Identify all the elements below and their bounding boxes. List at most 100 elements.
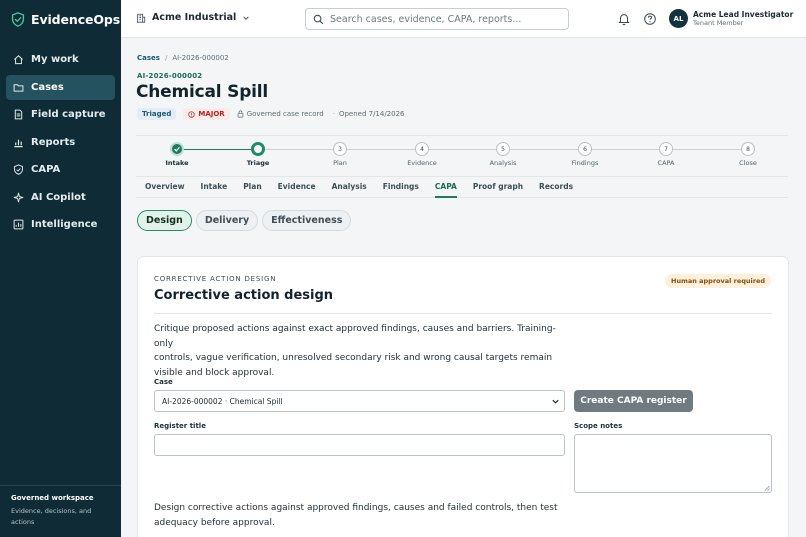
resize-handle-icon[interactable] [764, 485, 770, 491]
breadcrumb: Cases / AI-2026-000002 [137, 54, 229, 62]
sidebar-item-cases[interactable]: Cases [6, 74, 115, 100]
step-close[interactable]: 8 Close [718, 142, 778, 167]
sidebar-item-label: Intelligence [31, 219, 98, 230]
search-input[interactable] [330, 13, 560, 25]
bell-icon[interactable] [617, 12, 631, 26]
description-line: controls, vague verification, unresolved… [154, 353, 553, 363]
sidebar-item-label: Reports [31, 136, 76, 148]
case-tabs: Overview Intake Plan Evidence Analysis F… [136, 176, 788, 198]
step-label: Triage [246, 159, 270, 167]
step-label: Evidence [407, 159, 437, 167]
avatar: AL [669, 9, 688, 28]
tab-proof-graph[interactable]: Proof graph [473, 176, 523, 198]
sidebar-item-label: My work [31, 54, 79, 65]
step-findings[interactable]: 6 Findings [555, 142, 615, 167]
step-triage[interactable]: Triage [228, 142, 288, 167]
sidebar-item-label: Cases [31, 81, 64, 93]
step-number: 8 [741, 142, 755, 156]
step-evidence[interactable]: 4 Evidence [392, 142, 452, 167]
scope-notes-label: Scope notes [574, 422, 623, 430]
tab-records[interactable]: Records [539, 176, 573, 198]
shield-logo-icon [11, 11, 25, 27]
case-select-value: AI-2026-000002 · Chemical Spill [162, 396, 283, 406]
tenant-switcher[interactable]: Acme Industrial [136, 12, 256, 23]
sidebar-footer: Governed workspace Evidence, decisions, … [0, 485, 121, 537]
approval-badge: Human approval required [665, 274, 771, 288]
shield-check-icon [13, 164, 24, 175]
user-name: Acme Lead Investigator [693, 10, 794, 19]
breadcrumb-separator: / [164, 54, 168, 62]
instructions-line: adequacy before approval. [154, 517, 275, 528]
subtab-design[interactable]: Design [137, 210, 192, 231]
topbar: Acme Industrial AL Acme Lead Investigato… [121, 0, 806, 38]
step-label: Intake [165, 159, 189, 167]
card-title: Corrective action design [154, 288, 334, 303]
card-description: Critique proposed actions against exact … [154, 322, 574, 380]
subtab-effectiveness[interactable]: Effectiveness [262, 210, 352, 231]
step-label: Close [739, 159, 757, 167]
card-eyebrow: CORRECTIVE ACTION DESIGN [154, 275, 277, 283]
tab-findings[interactable]: Findings [383, 176, 419, 198]
brand-name: EvidenceOps [31, 11, 121, 27]
user-menu[interactable]: AL Acme Lead Investigator Tenant Member [669, 9, 793, 28]
step-label: CAPA [657, 159, 675, 167]
tab-intake[interactable]: Intake [201, 176, 228, 198]
case-field-label: Case [154, 378, 173, 386]
case-code: AI-2026-000002 [137, 72, 203, 80]
sidebar-item-label: AI Copilot [31, 191, 86, 203]
search-icon [313, 14, 324, 24]
help-icon[interactable] [643, 12, 657, 26]
sidebar-item-capa[interactable]: CAPA [6, 157, 115, 182]
case-select[interactable]: AI-2026-000002 · Chemical Spill [154, 390, 565, 412]
status-badge: Triaged [137, 108, 177, 120]
step-number: 5 [496, 142, 510, 156]
bar-chart-icon [13, 137, 24, 148]
chevron-down-icon [243, 15, 250, 20]
user-role: Tenant Member [693, 19, 744, 27]
sidebar-item-intelligence[interactable]: Intelligence [6, 212, 115, 237]
workspace-desc-line2: actions [11, 517, 35, 526]
tab-evidence[interactable]: Evidence [278, 176, 316, 198]
brand[interactable]: EvidenceOps [0, 0, 121, 38]
sidebar-nav: My work Cases Field capture Reports CAPA [0, 47, 121, 237]
tab-analysis[interactable]: Analysis [332, 176, 367, 198]
sidebar-item-ai-copilot[interactable]: AI Copilot [6, 185, 115, 210]
record-type: Governed case record [237, 110, 324, 118]
capa-subtabs: Design Delivery Effectiveness [137, 210, 355, 231]
sidebar: EvidenceOps My work Cases Field capture … [0, 0, 121, 537]
alert-circle-icon [188, 110, 196, 118]
home-icon [13, 54, 24, 65]
breadcrumb-current: AI-2026-000002 [172, 54, 229, 62]
step-capa[interactable]: 7 CAPA [636, 142, 696, 167]
sparkle-icon [13, 192, 24, 203]
sidebar-item-my-work[interactable]: My work [6, 47, 115, 72]
corrective-action-card: CORRECTIVE ACTION DESIGN Corrective acti… [137, 256, 789, 537]
register-title-input[interactable] [154, 434, 565, 456]
step-plan[interactable]: 3 Plan [310, 142, 370, 167]
card-divider [154, 313, 772, 314]
analytics-icon [13, 219, 24, 230]
workflow-stepper: Intake Triage 3 Plan 4 Evidence 5 Analys… [136, 135, 788, 177]
step-number: 7 [659, 142, 673, 156]
step-analysis[interactable]: 5 Analysis [473, 142, 533, 167]
scope-notes-textarea[interactable] [574, 434, 772, 493]
opened-date: Opened 7/14/2026 [338, 110, 405, 118]
tab-overview[interactable]: Overview [145, 176, 185, 198]
subtab-delivery[interactable]: Delivery [195, 210, 259, 231]
step-current-marker [251, 142, 265, 156]
chevron-down-icon [552, 399, 559, 404]
step-intake[interactable]: Intake [147, 142, 207, 167]
breadcrumb-cases-link[interactable]: Cases [137, 54, 160, 62]
sidebar-item-reports[interactable]: Reports [6, 130, 115, 155]
step-label: Findings [571, 159, 599, 167]
create-capa-register-button[interactable]: Create CAPA register [574, 390, 693, 412]
tab-plan[interactable]: Plan [243, 176, 261, 198]
workspace-desc-line1: Evidence, decisions, and [11, 507, 92, 515]
step-number: 6 [578, 142, 592, 156]
search-box[interactable] [305, 8, 569, 30]
tab-capa[interactable]: CAPA [434, 176, 457, 198]
description-line: visible and block approval. [154, 367, 275, 378]
sidebar-item-field-capture[interactable]: Field capture [6, 102, 115, 127]
instructions-line: Design corrective actions against approv… [154, 503, 558, 513]
step-check-icon [170, 142, 184, 156]
